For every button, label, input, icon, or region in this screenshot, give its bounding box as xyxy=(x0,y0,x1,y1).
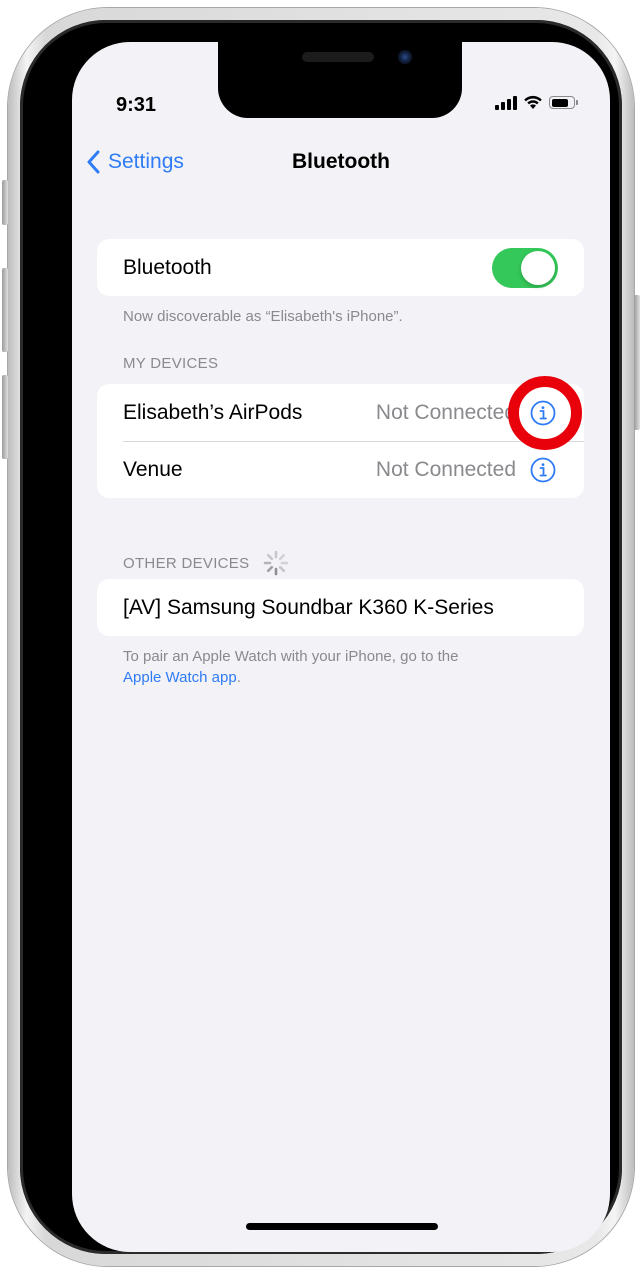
bluetooth-toggle-group: Bluetooth xyxy=(97,239,584,296)
battery-fill xyxy=(551,98,569,107)
back-button[interactable]: Settings xyxy=(86,150,184,174)
action-button xyxy=(2,180,8,225)
bluetooth-toggle[interactable] xyxy=(492,247,558,288)
my-devices-header-label: MY DEVICES xyxy=(123,355,219,372)
back-label: Settings xyxy=(108,150,184,173)
cellular-signal-icon xyxy=(495,95,517,110)
bluetooth-label: Bluetooth xyxy=(123,255,212,279)
bluetooth-toggle-row: Bluetooth xyxy=(97,239,584,296)
chevron-left-icon xyxy=(87,150,100,174)
my-devices-group: Elisabeth’s AirPods Not Connected Venue … xyxy=(97,384,584,498)
toggle-knob xyxy=(521,250,555,285)
power-button xyxy=(634,295,640,430)
discoverable-text: Now discoverable as “Elisabeth's iPhone”… xyxy=(123,308,403,325)
device-row[interactable]: Venue Not Connected xyxy=(97,441,584,498)
home-indicator[interactable] xyxy=(246,1223,438,1230)
info-circle-icon[interactable] xyxy=(530,400,556,426)
screen: 9:31 Settings Bluetooth Bluetooth Now di… xyxy=(72,42,610,1252)
apple-watch-footer-text: To pair an Apple Watch with your iPhone,… xyxy=(123,648,459,665)
apple-watch-footer: To pair an Apple Watch with your iPhone,… xyxy=(123,646,458,688)
wifi-icon xyxy=(524,95,542,109)
device-status: Not Connected xyxy=(375,400,516,424)
volume-down-button xyxy=(2,375,8,459)
info-circle-icon[interactable] xyxy=(530,457,556,483)
other-devices-header: OTHER DEVICES xyxy=(123,550,289,576)
apple-watch-app-link[interactable]: Apple Watch app xyxy=(123,669,237,686)
status-time: 9:31 xyxy=(116,94,157,116)
other-device-row[interactable]: [AV] Samsung Soundbar K360 K-Series xyxy=(97,579,584,636)
notch xyxy=(218,42,462,118)
device-status: Not Connected xyxy=(375,457,516,481)
spinner-icon xyxy=(264,550,289,576)
other-devices-header-label: OTHER DEVICES xyxy=(123,554,250,572)
battery-icon xyxy=(549,96,578,109)
row-divider xyxy=(123,441,584,442)
device-name: Elisabeth’s AirPods xyxy=(123,400,303,424)
other-devices-group: [AV] Samsung Soundbar K360 K-Series xyxy=(97,579,584,636)
status-icons xyxy=(495,95,578,110)
device-name: Venue xyxy=(123,457,183,481)
footer-suffix: . xyxy=(236,669,241,686)
volume-up-button xyxy=(2,268,8,352)
earpiece-speaker xyxy=(302,52,374,62)
my-devices-header: MY DEVICES xyxy=(123,355,218,372)
other-device-name: [AV] Samsung Soundbar K360 K-Series xyxy=(123,595,494,619)
front-camera xyxy=(398,50,412,64)
device-row[interactable]: Elisabeth’s AirPods Not Connected xyxy=(97,384,584,441)
phone-bezel: 9:31 Settings Bluetooth Bluetooth Now di… xyxy=(20,20,622,1254)
